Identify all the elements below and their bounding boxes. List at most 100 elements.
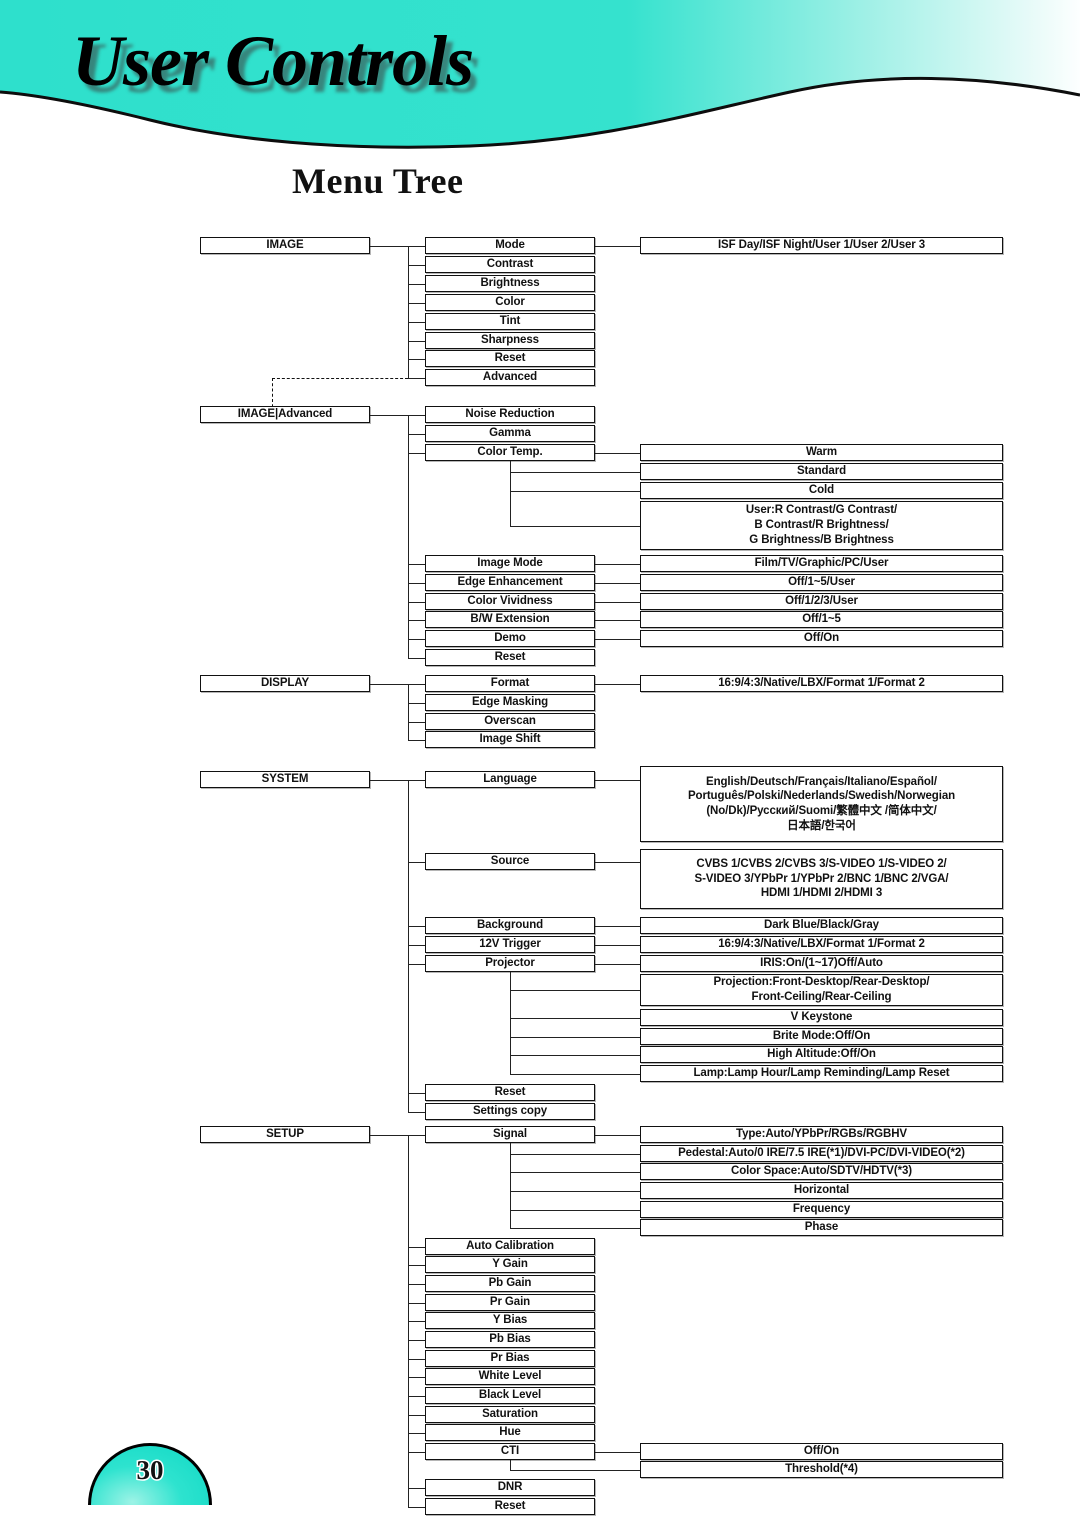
connector-line (408, 1376, 425, 1378)
tree-signal-option-3: Horizontal (640, 1182, 1003, 1199)
connector-line (510, 471, 640, 473)
tree-signal-option-4: Frequency (640, 1201, 1003, 1218)
connector-line (595, 1134, 640, 1136)
connector-line (408, 861, 425, 863)
connector-line (510, 1469, 640, 1471)
tree-item-setup-5: Y Bias (425, 1312, 595, 1329)
tree-item-image-0: Mode (425, 237, 595, 254)
tree-item-image-advanced-3: Image Mode (425, 555, 595, 572)
connector-line (408, 302, 425, 304)
tree-item-setup-12: CTI (425, 1443, 595, 1460)
tree-item-image-advanced-5: Color Vividness (425, 593, 595, 610)
tree-item-display-3: Image Shift (425, 731, 595, 748)
tree-cti-option-0: Off/On (640, 1443, 1003, 1460)
connector-line (595, 861, 640, 863)
connector-line (510, 990, 640, 991)
box-line: (No/Dk)/Русский/Suomi/繁體中文 /简体中文/ (706, 805, 937, 817)
tree-projector-option-0: IRIS:On/(1~17)Off/Auto (640, 955, 1003, 972)
connector-line (408, 563, 425, 565)
menu-tree-diagram: IMAGE Mode ISF Day/ISF Night/User 1/User 2… (0, 0, 1080, 1532)
tree-item-image-6: Reset (425, 350, 595, 367)
connector-line (370, 414, 408, 416)
tree-value-image-advanced-6: Off/1~5 (640, 611, 1003, 628)
tree-item-system-1: Source (425, 853, 595, 870)
tree-colortemp-option-1: Standard (640, 463, 1003, 480)
connector-line (595, 963, 640, 965)
connector-line (408, 683, 425, 685)
tree-value-system-3: 16:9/4:3/Native/LBX/Format 1/Format 2 (640, 936, 1003, 953)
connector-line (595, 638, 640, 640)
connector-line (595, 925, 640, 927)
connector-line (595, 563, 640, 565)
page-number: 30 (135, 1454, 165, 1487)
box-line: CVBS 1/CVBS 2/CVBS 3/S-VIDEO 1/S-VIDEO 2… (696, 857, 947, 870)
tree-cti-option-1: Threshold(*4) (640, 1461, 1003, 1478)
tree-item-display-0: Format (425, 675, 595, 692)
tree-item-display-1: Edge Masking (425, 694, 595, 711)
connector-line (595, 582, 640, 584)
tree-item-setup-3: Pb Gain (425, 1275, 595, 1292)
tree-item-setup-13: DNR (425, 1479, 595, 1496)
connector-line (510, 1054, 640, 1056)
connector-line (408, 638, 425, 640)
tree-root-image-advanced: IMAGE|Advanced (200, 406, 370, 423)
connector-line (510, 1017, 640, 1019)
box-line: B Contrast/R Brightness/ (754, 519, 889, 532)
connector-line (595, 1451, 640, 1453)
tree-item-system-0: Language (425, 771, 595, 788)
tree-item-image-advanced-0: Noise Reduction (425, 406, 595, 423)
connector-line (510, 490, 640, 492)
tree-projector-option-2: V Keystone (640, 1009, 1003, 1026)
tree-value-image-advanced-4: Off/1~5/User (640, 574, 1003, 591)
connector-line (408, 925, 425, 927)
connector-line (510, 1209, 640, 1211)
connector-line (408, 739, 425, 741)
tree-colortemp-option-3: User:R Contrast/G Contrast/B Contrast/R … (640, 501, 1003, 550)
connector-line (408, 283, 425, 285)
tree-item-setup-14: Reset (425, 1498, 595, 1515)
connector-line (510, 1227, 640, 1229)
tree-item-image-2: Brightness (425, 275, 595, 292)
tree-item-image-advanced-4: Edge Enhancement (425, 574, 595, 591)
tree-value-image-advanced-5: Off/1/2/3/User (640, 593, 1003, 610)
connector-line (408, 619, 425, 621)
tree-root-image: IMAGE (200, 237, 370, 254)
connector-line (408, 452, 425, 454)
box-line: G Brightness/B Brightness (749, 533, 894, 546)
tree-item-setup-2: Y Gain (425, 1256, 595, 1273)
connector-line (408, 414, 409, 658)
connector-line (408, 779, 425, 781)
connector-line (408, 1134, 425, 1136)
tree-item-image-4: Tint (425, 313, 595, 330)
connector-line (510, 1171, 640, 1173)
connector-line (408, 433, 425, 435)
tree-colortemp-option-0: Warm (640, 444, 1003, 461)
connector-line (595, 245, 640, 247)
tree-item-image-3: Color (425, 294, 595, 311)
connector-line (408, 1092, 425, 1094)
tree-item-image-advanced-7: Demo (425, 630, 595, 647)
connector-line (408, 1506, 425, 1508)
tree-projector-option-5: Lamp:Lamp Hour/Lamp Reminding/Lamp Reset (640, 1065, 1003, 1082)
connector-line (595, 452, 640, 454)
tree-item-setup-9: Black Level (425, 1387, 595, 1404)
connector-line (370, 245, 408, 247)
tree-projector-option-4: High Altitude:Off/On (640, 1046, 1003, 1063)
connector-line (595, 944, 640, 946)
tree-item-image-advanced-6: B/W Extension (425, 611, 595, 628)
tree-item-system-4: Projector (425, 955, 595, 972)
tree-projector-option-3: Brite Mode:Off/On (640, 1028, 1003, 1045)
connector-line (408, 358, 425, 360)
tree-item-image-advanced-2: Color Temp. (425, 444, 595, 461)
box-line: Português/Polski/Nederlands/Swedish/Norw… (687, 790, 956, 803)
connector-line (408, 657, 425, 659)
tree-item-system-3: 12V Trigger (425, 936, 595, 953)
tree-item-setup-1: Auto Calibration (425, 1238, 595, 1255)
connector-line (595, 683, 640, 685)
tree-item-system-2: Background (425, 917, 595, 934)
tree-signal-option-0: Type:Auto/YPbPr/RGBs/RGBHV (640, 1126, 1003, 1143)
box-line: Projection:Front-Desktop/Rear-Desktop/ (713, 976, 930, 989)
connector-line (408, 779, 409, 1112)
tree-item-setup-10: Saturation (425, 1406, 595, 1423)
connector-line (408, 1264, 425, 1266)
